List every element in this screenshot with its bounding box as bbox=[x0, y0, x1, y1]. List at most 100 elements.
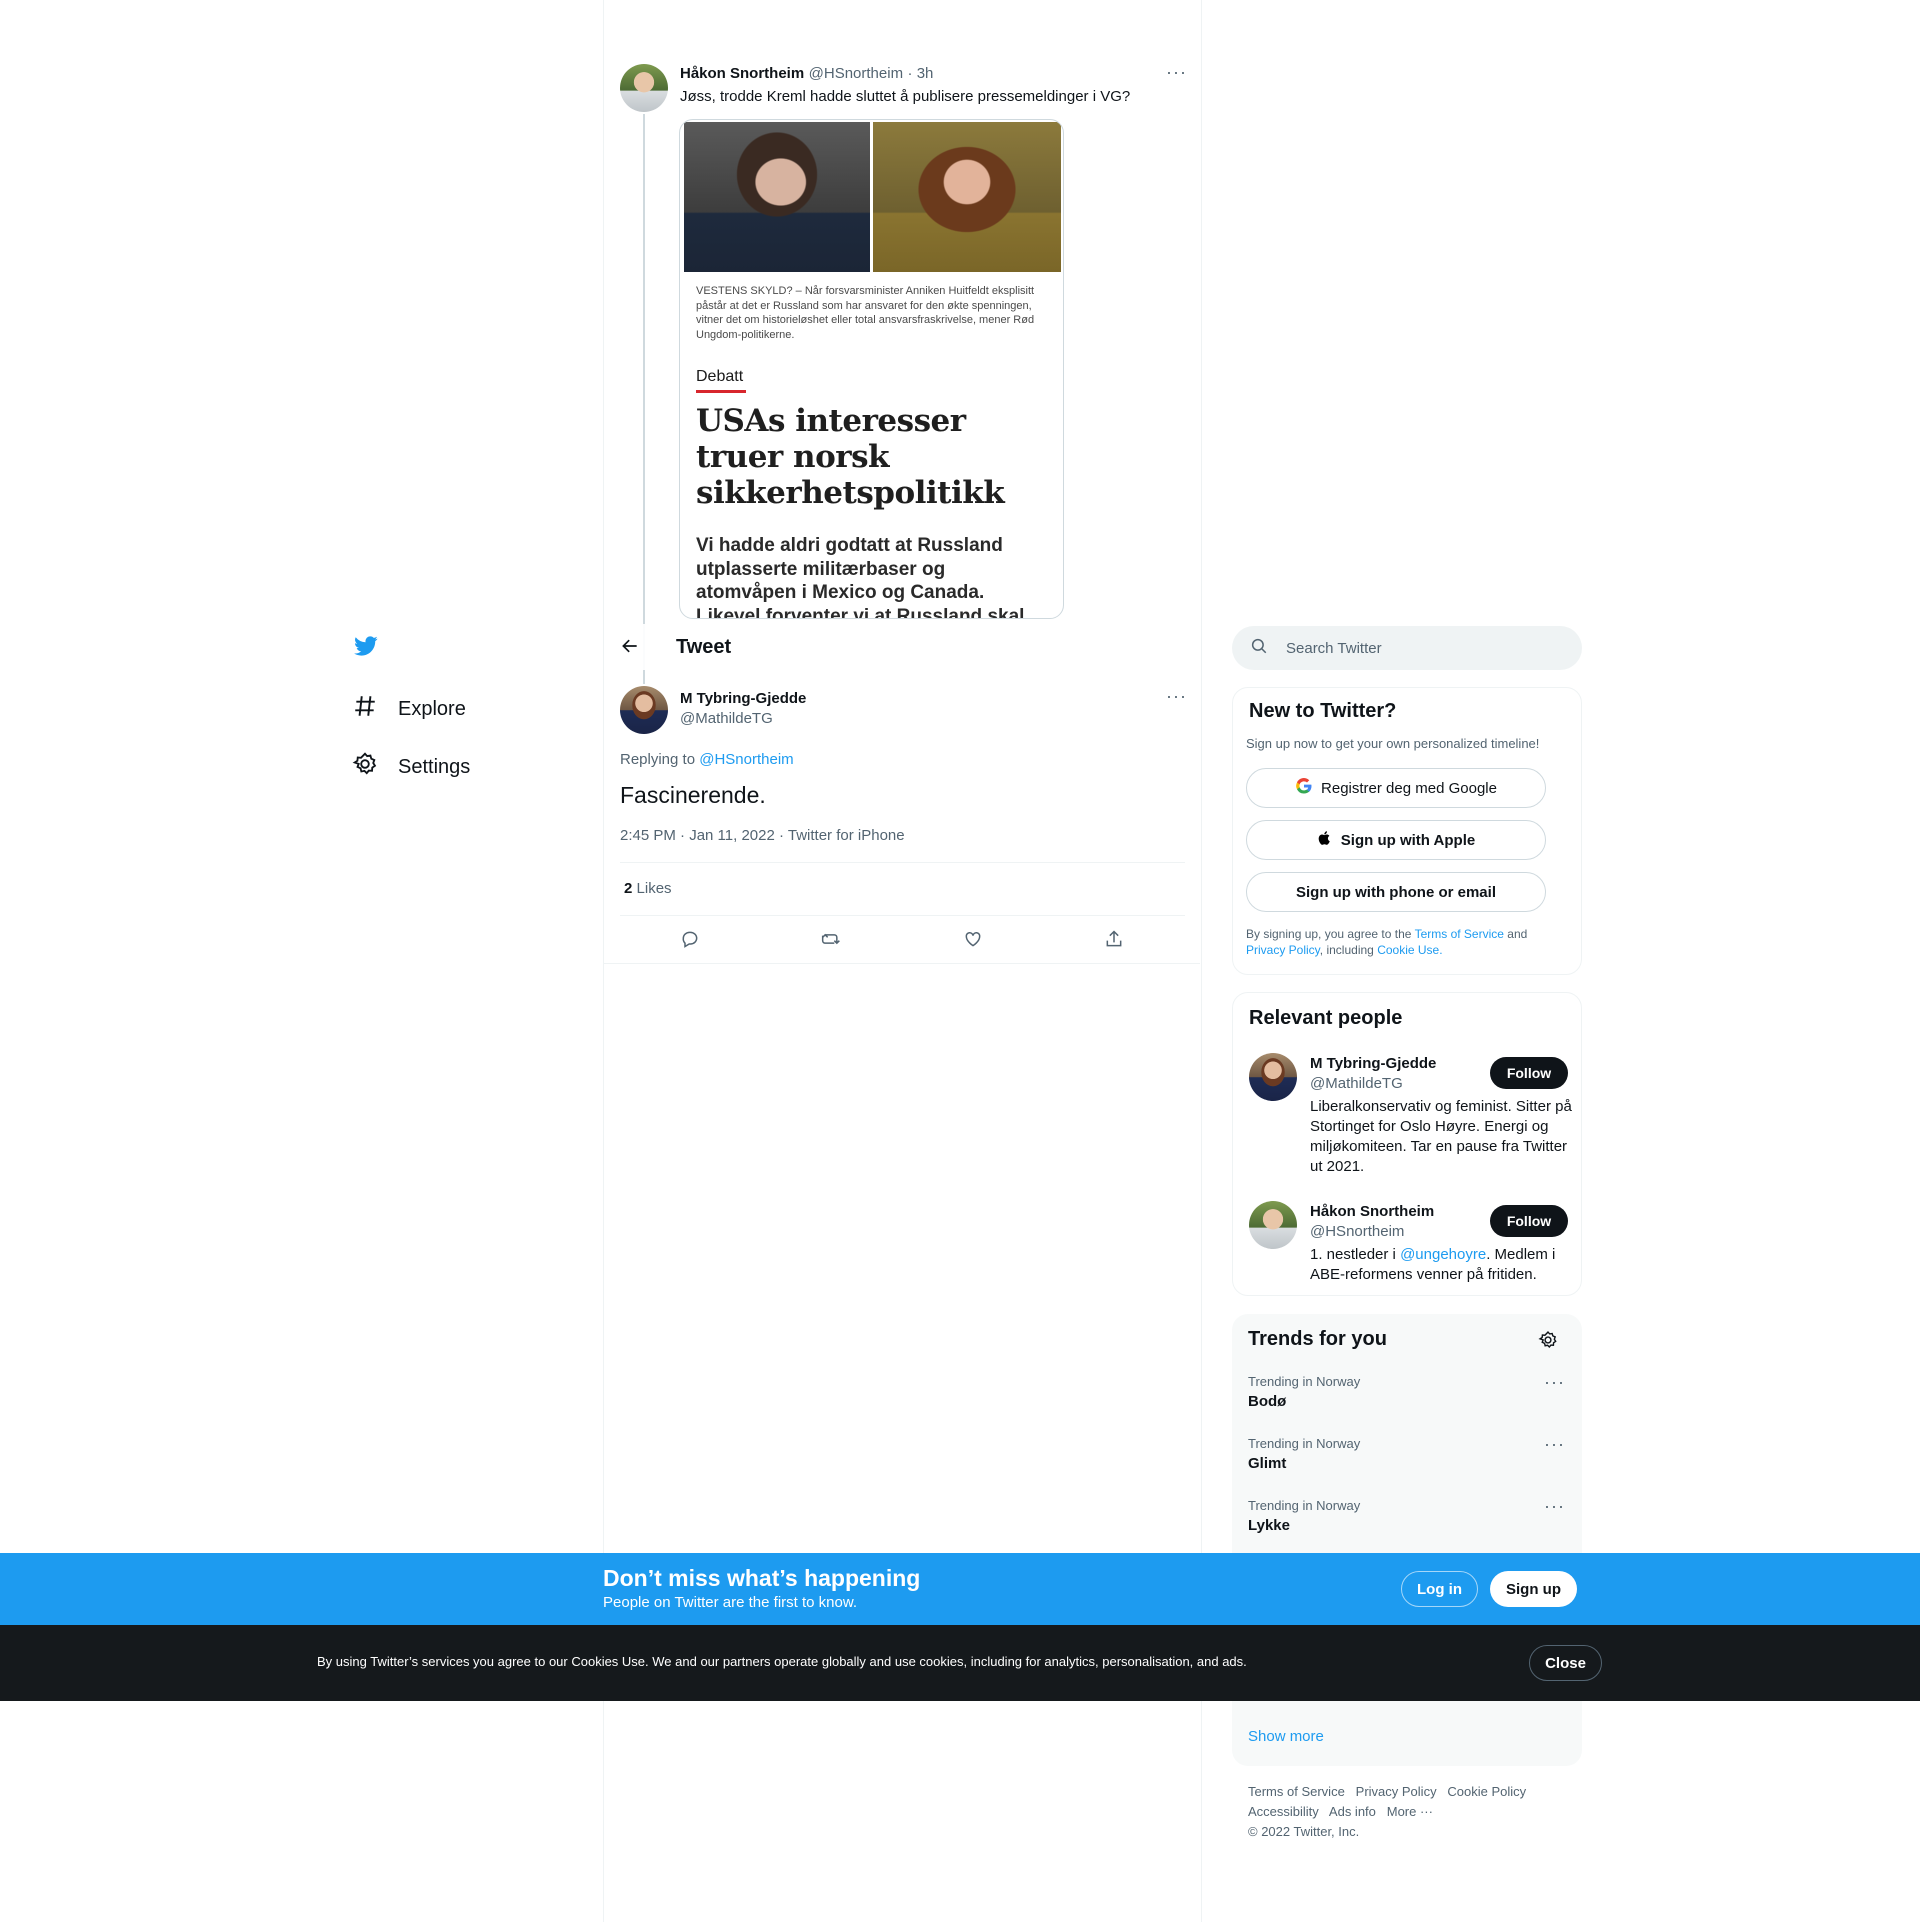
author-handle[interactable]: @HSnortheim bbox=[809, 65, 903, 82]
footer-row-1: Terms of Service Privacy Policy Cookie P… bbox=[1248, 1784, 1526, 1799]
trend-name: Lykke bbox=[1248, 1517, 1290, 1534]
more-options-icon[interactable]: ··· bbox=[1544, 1372, 1565, 1393]
banner-title: Don’t miss what’s happening bbox=[603, 1565, 921, 1591]
tweet-header: Tweet bbox=[604, 624, 1200, 670]
twitter-logo-icon[interactable] bbox=[352, 634, 380, 663]
tweet-text: Fascinerende. bbox=[620, 782, 766, 808]
likes-label: Likes bbox=[636, 880, 672, 897]
avatar[interactable] bbox=[620, 64, 668, 112]
trend-item[interactable]: Trending in Norway Lykke bbox=[1248, 1498, 1360, 1534]
relevant-people-card: Relevant people M Tybring-Gjedde @Mathil… bbox=[1232, 992, 1582, 1296]
bio-prefix: 1. nestleder i bbox=[1310, 1246, 1396, 1263]
footer-privacy-link[interactable]: Privacy Policy bbox=[1356, 1784, 1437, 1799]
portrait-photo-2 bbox=[873, 122, 1061, 272]
person-handle[interactable]: @MathildeTG bbox=[1310, 1075, 1403, 1092]
article-caption: VESTENS SKYLD? – Når forsvarsminister An… bbox=[696, 285, 1035, 341]
login-banner: Don’t miss what’s happening People on Tw… bbox=[0, 1553, 1920, 1625]
more-options-icon[interactable]: ··· bbox=[1544, 1496, 1565, 1517]
article-headline: USAs interesser truer norsk sikkerhetspo… bbox=[696, 403, 1005, 511]
signup-subtitle: Sign up now to get your own personalized… bbox=[1246, 736, 1540, 751]
cookie-text: By using Twitter’s services you agree to… bbox=[317, 1654, 1247, 1669]
signup-button[interactable]: Sign up bbox=[1490, 1571, 1577, 1607]
hashtag-icon bbox=[352, 693, 378, 725]
trend-name: Bodø bbox=[1248, 1393, 1287, 1410]
close-button[interactable]: Close bbox=[1529, 1645, 1602, 1681]
avatar[interactable] bbox=[1249, 1201, 1297, 1249]
replying-to: Replying to @HSnortheim bbox=[620, 751, 794, 768]
follow-button[interactable]: Follow bbox=[1490, 1205, 1568, 1237]
footer-ads-link[interactable]: Ads info bbox=[1329, 1804, 1376, 1819]
avatar[interactable] bbox=[620, 686, 668, 734]
more-options-icon[interactable]: ··· bbox=[1544, 1434, 1565, 1455]
author-handle[interactable]: @MathildeTG bbox=[680, 710, 773, 727]
like-icon[interactable] bbox=[963, 929, 983, 954]
bio-mention-link[interactable]: @ungehoyre bbox=[1400, 1246, 1486, 1263]
trend-item[interactable]: Trending in Norway Glimt bbox=[1248, 1436, 1360, 1472]
parent-tweet-text: Jøss, trodde Kreml hadde sluttet å publi… bbox=[680, 88, 1131, 105]
banner-subtitle: People on Twitter are the first to know. bbox=[603, 1594, 858, 1611]
more-options-icon[interactable]: ··· bbox=[1166, 686, 1187, 707]
more-options-icon[interactable]: ··· bbox=[1166, 62, 1187, 83]
likes-stat[interactable]: 2 Likes bbox=[624, 880, 672, 897]
apple-signup-button[interactable]: Sign up with Apple bbox=[1246, 820, 1546, 860]
author-name[interactable]: M Tybring-Gjedde bbox=[680, 690, 806, 707]
thread-line bbox=[643, 114, 645, 684]
person-name[interactable]: Håkon Snortheim bbox=[1310, 1203, 1434, 1220]
likes-count: 2 bbox=[624, 880, 633, 897]
privacy-link[interactable]: Privacy Policy bbox=[1246, 943, 1320, 957]
person-bio: Liberalkonservativ og feminist. Sitter p… bbox=[1310, 1098, 1572, 1175]
show-more-link[interactable]: Show more bbox=[1248, 1728, 1324, 1745]
signup-card: New to Twitter? Sign up now to get your … bbox=[1232, 687, 1582, 975]
author-name[interactable]: Håkon Snortheim bbox=[680, 65, 804, 82]
follow-button[interactable]: Follow bbox=[1490, 1057, 1568, 1089]
trend-context: Trending in Norway bbox=[1248, 1498, 1361, 1513]
legal-including: , including bbox=[1319, 943, 1374, 957]
nav-settings[interactable]: Settings bbox=[352, 751, 470, 783]
footer-row-2: Accessibility Ads info More ··· bbox=[1248, 1804, 1433, 1819]
replying-to-link[interactable]: @HSnortheim bbox=[699, 751, 793, 768]
apple-icon bbox=[1317, 829, 1333, 851]
footer-more-link[interactable]: More ··· bbox=[1387, 1804, 1433, 1819]
phone-signup-button[interactable]: Sign up with phone or email bbox=[1246, 872, 1546, 912]
avatar[interactable] bbox=[1249, 1053, 1297, 1101]
replying-prefix: Replying to bbox=[620, 751, 696, 768]
gear-icon bbox=[352, 751, 378, 783]
signup-title: New to Twitter? bbox=[1249, 700, 1397, 722]
trend-context: Trending in Norway bbox=[1248, 1436, 1361, 1451]
legal-and: and bbox=[1507, 927, 1528, 941]
page-title: Tweet bbox=[676, 636, 732, 658]
article-section: Debatt bbox=[696, 368, 744, 385]
trend-item[interactable]: Trending in Norway Bodø bbox=[1248, 1374, 1360, 1410]
nav-explore[interactable]: Explore bbox=[352, 693, 466, 725]
footer-accessibility-link[interactable]: Accessibility bbox=[1248, 1804, 1319, 1819]
person-name[interactable]: M Tybring-Gjedde bbox=[1310, 1055, 1436, 1072]
legal-text-1: By signing up, you agree to the bbox=[1246, 927, 1412, 941]
person-bio: 1. nestleder i @ungehoyre. Medlem i ABE-… bbox=[1310, 1245, 1572, 1285]
cookie-link[interactable]: Cookie Use. bbox=[1377, 943, 1442, 957]
search-input[interactable]: Search Twitter bbox=[1232, 626, 1582, 670]
divider bbox=[620, 862, 1185, 863]
footer-cookie-link[interactable]: Cookie Policy bbox=[1447, 1784, 1526, 1799]
retweet-icon[interactable] bbox=[821, 929, 841, 954]
apple-signup-label: Sign up with Apple bbox=[1340, 831, 1476, 849]
share-icon[interactable] bbox=[1104, 929, 1124, 954]
google-signup-label: Registrer deg med Google bbox=[1321, 779, 1497, 797]
reply-icon[interactable] bbox=[680, 929, 700, 954]
terms-link[interactable]: Terms of Service bbox=[1415, 927, 1504, 941]
article-lead: Vi hadde aldri godtatt at Russland utpla… bbox=[696, 535, 1025, 619]
back-arrow-icon[interactable] bbox=[620, 636, 640, 661]
divider bbox=[620, 915, 1185, 916]
nav-settings-label: Settings bbox=[398, 755, 471, 778]
person-handle[interactable]: @HSnortheim bbox=[1310, 1223, 1404, 1240]
relevant-people-title: Relevant people bbox=[1249, 1007, 1403, 1029]
gear-icon[interactable] bbox=[1538, 1330, 1558, 1355]
trend-context: Trending in Norway bbox=[1248, 1374, 1361, 1389]
cookie-banner: By using Twitter’s services you agree to… bbox=[0, 1625, 1920, 1701]
footer-terms-link[interactable]: Terms of Service bbox=[1248, 1784, 1345, 1799]
nav-explore-label: Explore bbox=[398, 697, 466, 720]
login-button[interactable]: Log in bbox=[1401, 1571, 1478, 1607]
tweet-time[interactable]: · 3h bbox=[908, 65, 934, 82]
google-signup-button[interactable]: Registrer deg med Google bbox=[1246, 768, 1546, 808]
tweet-meta[interactable]: 2:45 PM · Jan 11, 2022 · Twitter for iPh… bbox=[620, 827, 905, 844]
article-image[interactable]: VESTENS SKYLD? – Når forsvarsminister An… bbox=[679, 119, 1064, 619]
